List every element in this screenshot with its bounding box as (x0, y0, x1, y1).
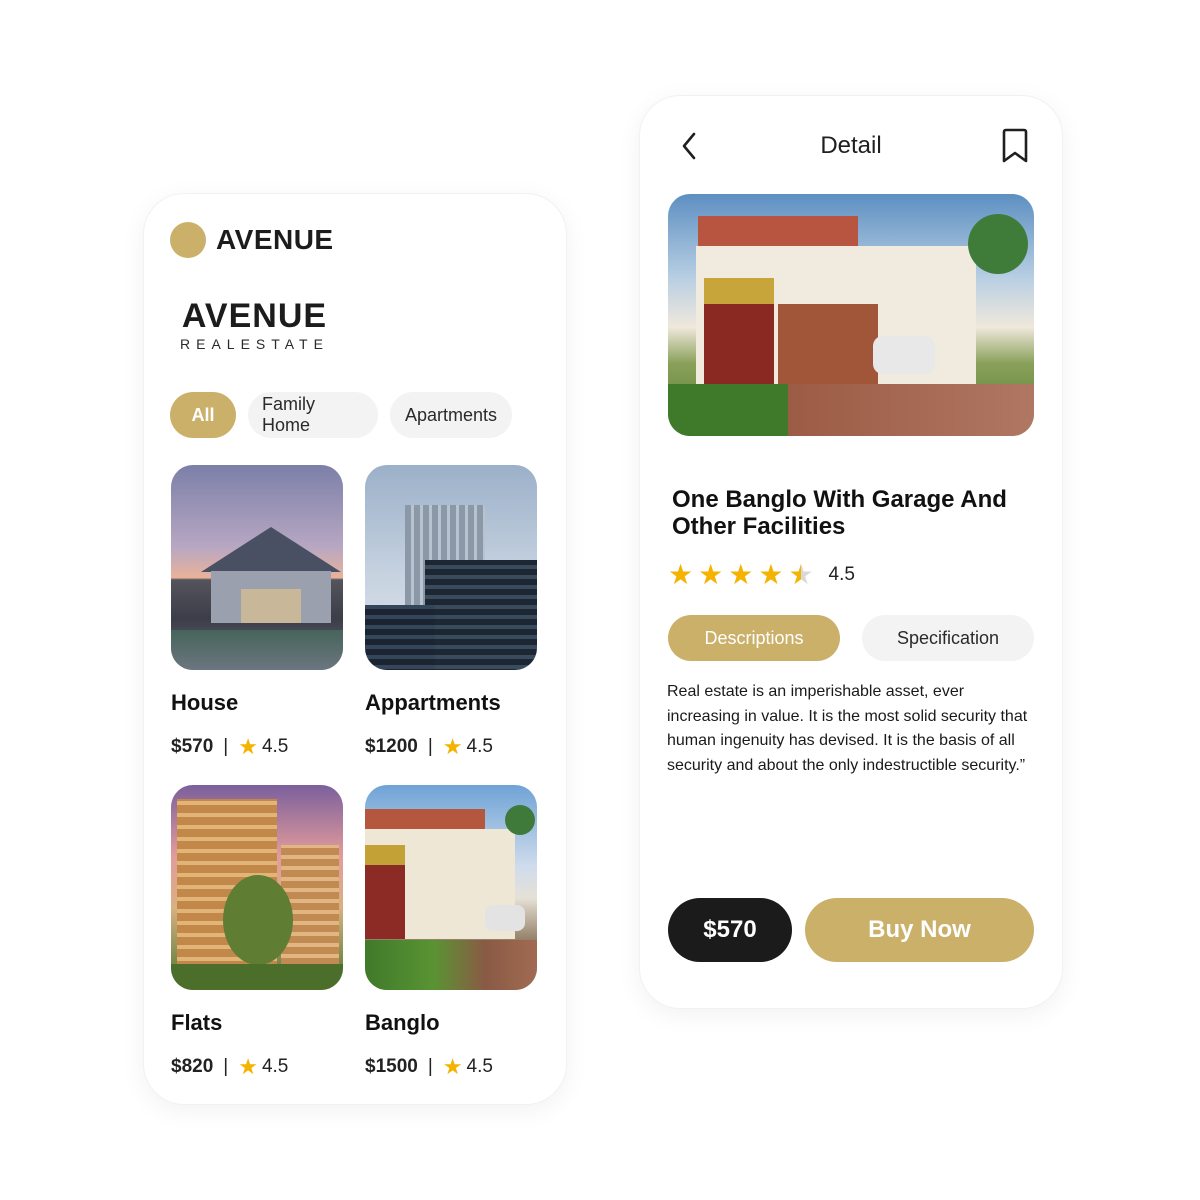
separator: | (427, 1056, 433, 1077)
apartment-image (365, 465, 537, 670)
listing-card-house[interactable]: House $570 | ★ 4.5 (171, 465, 343, 760)
property-name: One Banglo With Garage And Other Facilit… (672, 486, 1007, 540)
tab-specification[interactable]: Specification (862, 615, 1034, 661)
listing-price: $1500 (365, 1056, 418, 1077)
separator: | (427, 736, 433, 757)
buy-now-button[interactable]: Buy Now (805, 898, 1034, 962)
star-icon: ★ (668, 559, 694, 590)
brand-title: AVENUE (181, 297, 328, 335)
filter-chip-family-home[interactable]: Family Home (248, 392, 378, 438)
listing-title: House (171, 690, 239, 715)
listing-title: Appartments (365, 690, 501, 715)
detail-screen: Detail One Banglo With Garage And Other … (640, 96, 1062, 1008)
star-icon: ★ (698, 559, 724, 590)
description-text: Real estate is an imperishable asset, ev… (667, 683, 1028, 774)
listing-meta: $570 | ★ 4.5 (171, 734, 343, 760)
brand-block: AVENUE REALESTATE (180, 298, 329, 352)
property-hero-image (668, 194, 1034, 436)
filter-chip-apartments[interactable]: Apartments (390, 392, 512, 438)
listing-title: Banglo (365, 1010, 440, 1035)
star-icon: ★ (728, 559, 754, 590)
listing-rating: 4.5 (466, 736, 493, 757)
bookmark-icon[interactable] (1000, 128, 1030, 164)
star-icon: ★ (238, 734, 258, 759)
app-header: AVENUE (170, 222, 334, 258)
listing-title: Flats (171, 1010, 223, 1035)
star-icon: ★ (758, 559, 784, 590)
listing-card-appartments[interactable]: Appartments $1200 | ★ 4.5 (365, 465, 537, 760)
listing-price: $1200 (365, 736, 418, 757)
listing-screen: AVENUE AVENUE REALESTATE All Family Home… (144, 194, 566, 1104)
detail-tabs: Descriptions Specification (668, 615, 1034, 661)
listing-card-banglo[interactable]: Banglo $1500 | ★ 4.5 (365, 785, 537, 1080)
page-title: Detail (820, 132, 882, 159)
star-icon: ★ (442, 1054, 463, 1079)
rating-value: 4.5 (828, 564, 855, 585)
listing-rating: 4.5 (261, 736, 289, 757)
half-star-icon: ★ (788, 559, 814, 590)
filter-chip-all[interactable]: All (170, 392, 236, 438)
star-icon: ★ (238, 1054, 258, 1079)
tab-descriptions[interactable]: Descriptions (668, 615, 840, 661)
listing-price: $570 (171, 736, 214, 757)
listing-price: $820 (171, 1056, 214, 1077)
separator: | (223, 736, 229, 757)
star-icon: ★ (442, 734, 463, 759)
rating-row: ★ ★ ★ ★ ★ 4.5 (668, 560, 855, 590)
filter-chips: All Family Home Apartments (170, 392, 512, 438)
logo-circle-icon (170, 222, 206, 258)
listing-rating: 4.5 (261, 1056, 289, 1077)
listing-meta: $820 | ★ 4.5 (171, 1054, 343, 1080)
listing-meta: $1500 | ★ 4.5 (365, 1054, 537, 1080)
listing-card-flats[interactable]: Flats $820 | ★ 4.5 (171, 785, 343, 1080)
purchase-bar: $570 Buy Now (668, 898, 1034, 962)
app-logo-text: AVENUE (216, 224, 334, 255)
banglo-image (365, 785, 537, 990)
listing-rating: 4.5 (466, 1056, 493, 1077)
flats-image (171, 785, 343, 990)
listing-meta: $1200 | ★ 4.5 (365, 734, 537, 760)
price-badge: $570 (668, 898, 792, 962)
detail-header: Detail (640, 126, 1062, 166)
separator: | (223, 1056, 229, 1077)
house-image (171, 465, 343, 670)
brand-subtitle: REALESTATE (180, 336, 329, 352)
